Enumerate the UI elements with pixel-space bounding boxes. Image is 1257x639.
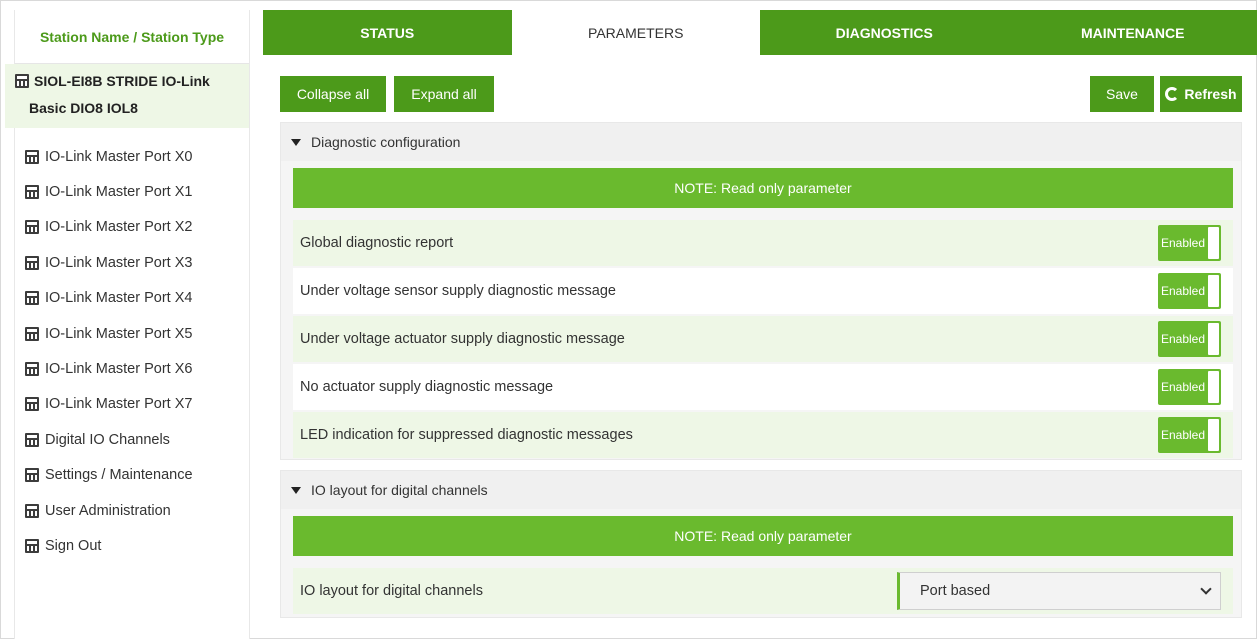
sidebar-item-port-x7[interactable]: IO-Link Master Port X7 <box>25 387 193 422</box>
enabled-toggle[interactable]: Enabled <box>1158 417 1221 453</box>
device-module-icon <box>25 255 39 270</box>
sidebar-item-digital-io[interactable]: Digital IO Channels <box>25 422 193 457</box>
refresh-label: Refresh <box>1184 86 1237 102</box>
sidebar-item-user-admin[interactable]: User Administration <box>25 493 193 528</box>
enabled-toggle[interactable]: Enabled <box>1158 321 1221 357</box>
section-header[interactable]: Diagnostic configuration <box>281 123 1241 161</box>
sidebar-item-port-x0[interactable]: IO-Link Master Port X0 <box>25 139 193 174</box>
triangle-down-icon <box>291 138 301 146</box>
tab-status[interactable]: STATUS <box>263 10 512 55</box>
toggle-knob <box>1208 419 1219 451</box>
param-row: LED indication for suppressed diagnostic… <box>293 412 1233 458</box>
param-label: Global diagnostic report <box>300 235 454 251</box>
section-title: IO layout for digital channels <box>311 482 488 498</box>
toolbar: Collapse all Expand all Save Refresh <box>280 76 1242 112</box>
device-module-icon <box>25 220 39 235</box>
station-node[interactable]: SIOL-EI8B STRIDE IO-Link Basic DIO8 IOL8 <box>5 64 249 128</box>
param-row: No actuator supply diagnostic message En… <box>293 364 1233 410</box>
sidebar-item-label: User Administration <box>45 502 171 519</box>
section-diagnostic-configuration: Diagnostic configuration NOTE: Read only… <box>280 122 1242 460</box>
station-name: SIOL-EI8B STRIDE IO-Link <box>34 73 210 89</box>
chevron-down-icon <box>1200 583 1212 595</box>
section-io-layout: IO layout for digital channels NOTE: Rea… <box>280 470 1242 618</box>
sidebar-item-port-x1[interactable]: IO-Link Master Port X1 <box>25 174 193 209</box>
device-module-icon <box>25 185 39 200</box>
toggle-knob <box>1208 275 1219 307</box>
read-only-note: NOTE: Read only parameter <box>293 168 1233 208</box>
sidebar-item-sign-out[interactable]: Sign Out <box>25 528 193 563</box>
refresh-icon <box>1165 87 1180 101</box>
sidebar-item-port-x6[interactable]: IO-Link Master Port X6 <box>25 351 193 386</box>
sidebar-item-label: IO-Link Master Port X4 <box>45 290 193 307</box>
param-row: IO layout for digital channels Port base… <box>293 568 1233 614</box>
param-label: Under voltage sensor supply diagnostic m… <box>300 283 616 299</box>
refresh-button[interactable]: Refresh <box>1160 76 1242 112</box>
station-type: Basic DIO8 IOL8 <box>29 100 138 116</box>
expand-all-button[interactable]: Expand all <box>394 76 494 112</box>
sidebar-item-label: IO-Link Master Port X7 <box>45 396 193 413</box>
collapse-all-button[interactable]: Collapse all <box>280 76 386 112</box>
sidebar-item-label: IO-Link Master Port X2 <box>45 219 193 236</box>
toggle-knob <box>1208 323 1219 355</box>
read-only-note: NOTE: Read only parameter <box>293 516 1233 556</box>
device-module-icon <box>25 362 39 377</box>
toggle-knob <box>1208 371 1219 403</box>
sidebar-item-label: IO-Link Master Port X0 <box>45 148 193 165</box>
device-module-icon <box>25 326 39 341</box>
device-module-icon <box>25 149 39 164</box>
sidebar-nav: IO-Link Master Port X0 IO-Link Master Po… <box>25 139 193 564</box>
tab-diagnostics[interactable]: DIAGNOSTICS <box>760 10 1009 55</box>
tab-maintenance[interactable]: MAINTENANCE <box>1008 10 1257 55</box>
sidebar-title: Station Name / Station Type <box>15 10 249 64</box>
select-value: Port based <box>920 583 991 599</box>
device-module-icon <box>25 291 39 306</box>
device-module-icon <box>15 74 29 88</box>
param-row: Under voltage actuator supply diagnostic… <box>293 316 1233 362</box>
enabled-toggle[interactable]: Enabled <box>1158 273 1221 309</box>
device-module-icon <box>25 538 39 553</box>
sidebar-item-label: IO-Link Master Port X5 <box>45 325 193 342</box>
sidebar-item-port-x2[interactable]: IO-Link Master Port X2 <box>25 210 193 245</box>
toggle-label: Enabled <box>1160 236 1206 250</box>
param-row: Global diagnostic report Enabled <box>293 220 1233 266</box>
device-module-icon <box>25 432 39 447</box>
device-module-icon <box>25 468 39 483</box>
sidebar-item-label: IO-Link Master Port X6 <box>45 361 193 378</box>
io-layout-select[interactable]: Port based <box>897 572 1221 610</box>
toggle-label: Enabled <box>1160 428 1206 442</box>
section-title: Diagnostic configuration <box>311 134 461 150</box>
sidebar-item-label: Settings / Maintenance <box>45 467 193 484</box>
section-header[interactable]: IO layout for digital channels <box>281 471 1241 509</box>
tab-bar: STATUS PARAMETERS DIAGNOSTICS MAINTENANC… <box>263 10 1257 55</box>
sidebar-item-label: Digital IO Channels <box>45 431 170 448</box>
enabled-toggle[interactable]: Enabled <box>1158 225 1221 261</box>
toggle-label: Enabled <box>1160 380 1206 394</box>
sidebar-item-port-x5[interactable]: IO-Link Master Port X5 <box>25 316 193 351</box>
sidebar-item-port-x3[interactable]: IO-Link Master Port X3 <box>25 245 193 280</box>
device-module-icon <box>25 397 39 412</box>
param-label: LED indication for suppressed diagnostic… <box>300 427 633 443</box>
tab-parameters[interactable]: PARAMETERS <box>511 10 760 55</box>
sidebar-item-label: IO-Link Master Port X1 <box>45 184 193 201</box>
param-label: Under voltage actuator supply diagnostic… <box>300 331 625 347</box>
triangle-down-icon <box>291 486 301 494</box>
toggle-label: Enabled <box>1160 332 1206 346</box>
toggle-knob <box>1208 227 1219 259</box>
device-module-icon <box>25 503 39 518</box>
enabled-toggle[interactable]: Enabled <box>1158 369 1221 405</box>
sidebar-item-settings[interactable]: Settings / Maintenance <box>25 458 193 493</box>
param-label: IO layout for digital channels <box>300 583 483 599</box>
sidebar-item-label: Sign Out <box>45 537 102 554</box>
main-panel: STATUS PARAMETERS DIAGNOSTICS MAINTENANC… <box>263 10 1257 639</box>
sidebar-item-port-x4[interactable]: IO-Link Master Port X4 <box>25 281 193 316</box>
save-button[interactable]: Save <box>1090 76 1154 112</box>
param-row: Under voltage sensor supply diagnostic m… <box>293 268 1233 314</box>
param-label: No actuator supply diagnostic message <box>300 379 554 395</box>
toggle-label: Enabled <box>1160 284 1206 298</box>
sidebar-item-label: IO-Link Master Port X3 <box>45 254 193 271</box>
